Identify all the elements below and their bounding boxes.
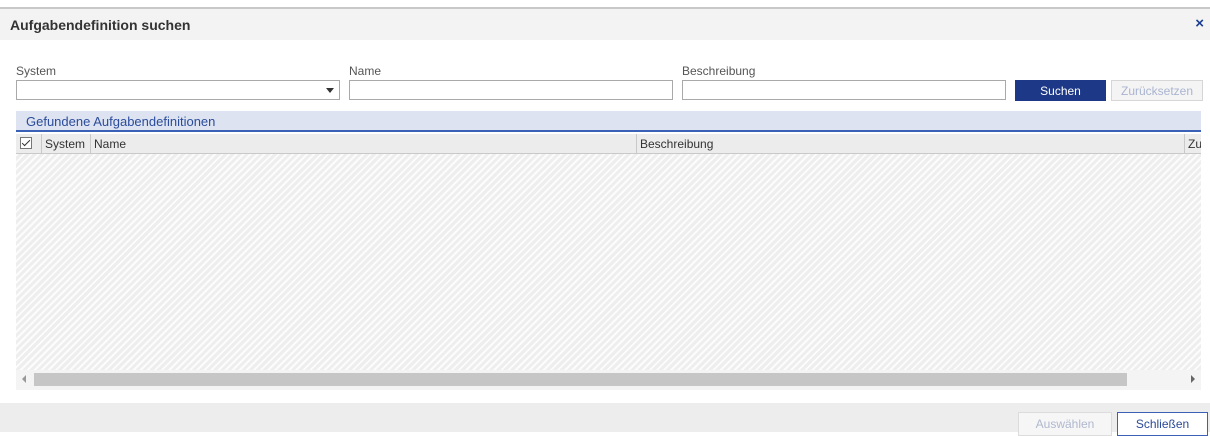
column-header-name[interactable]: Name bbox=[91, 134, 637, 154]
search-button[interactable]: Suchen bbox=[1015, 80, 1106, 101]
beschreibung-input[interactable] bbox=[682, 80, 1006, 100]
results-header: Gefundene Aufgabendefinitionen bbox=[16, 111, 1201, 132]
system-select[interactable] bbox=[16, 80, 340, 100]
results-panel: Gefundene Aufgabendefinitionen System Na… bbox=[16, 111, 1201, 390]
results-grid-body bbox=[16, 154, 1201, 370]
column-header-system[interactable]: System bbox=[42, 134, 91, 154]
dialog-title: Aufgabendefinition suchen bbox=[10, 17, 191, 33]
dialog-footer: Auswählen Schließen bbox=[0, 403, 1210, 436]
reset-button[interactable]: Zurücksetzen bbox=[1111, 80, 1203, 101]
scroll-right-icon[interactable] bbox=[1191, 375, 1195, 383]
name-label: Name bbox=[349, 64, 382, 78]
close-button[interactable]: Schließen bbox=[1117, 412, 1208, 436]
dialog-titlebar: Aufgabendefinition suchen × bbox=[0, 9, 1210, 40]
chevron-down-icon[interactable] bbox=[326, 88, 334, 93]
column-header-zu[interactable]: Zu bbox=[1185, 134, 1201, 154]
select-button[interactable]: Auswählen bbox=[1018, 412, 1112, 436]
horizontal-scrollbar[interactable] bbox=[16, 370, 1201, 390]
scroll-left-icon[interactable] bbox=[22, 375, 26, 383]
system-label: System bbox=[16, 64, 57, 78]
results-title: Gefundene Aufgabendefinitionen bbox=[26, 114, 216, 129]
select-all-checkbox[interactable] bbox=[20, 137, 32, 149]
select-all-column bbox=[16, 134, 42, 154]
scrollbar-thumb[interactable] bbox=[34, 373, 1127, 386]
grid-header: System Name Beschreibung Zu bbox=[16, 134, 1201, 154]
name-input[interactable] bbox=[349, 80, 673, 100]
column-header-beschreibung[interactable]: Beschreibung bbox=[637, 134, 1185, 154]
beschreibung-label: Beschreibung bbox=[682, 64, 756, 78]
close-icon[interactable]: × bbox=[1195, 15, 1204, 32]
